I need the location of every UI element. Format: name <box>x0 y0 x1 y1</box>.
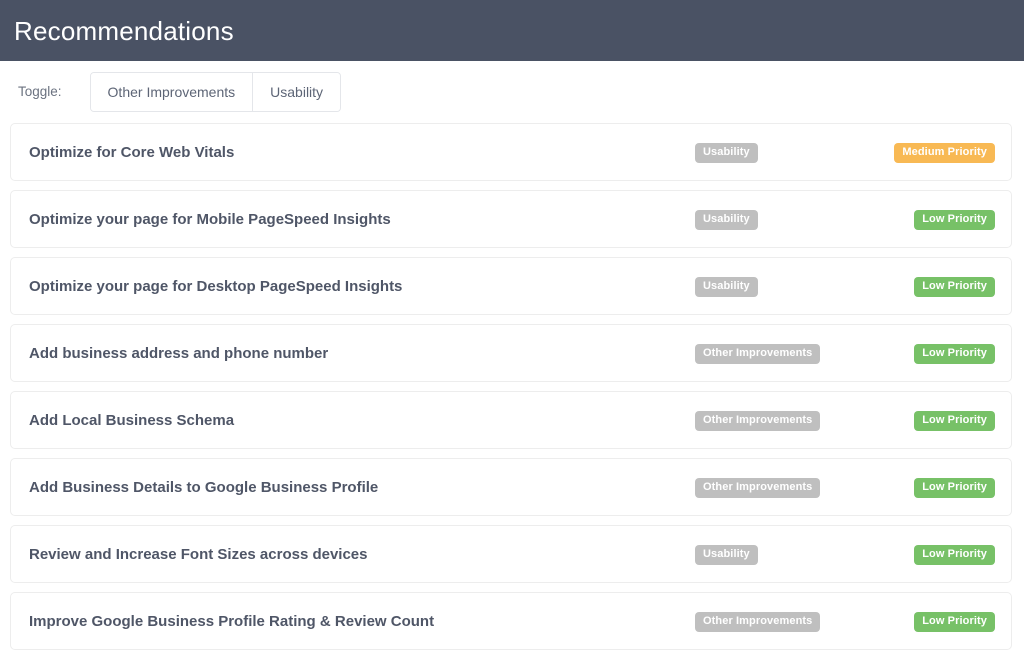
recommendation-title: Add Local Business Schema <box>29 412 234 429</box>
recommendation-row[interactable]: Add business address and phone number Ot… <box>10 324 1012 382</box>
category-badge: Usability <box>695 277 758 297</box>
recommendation-title: Optimize your page for Desktop PageSpeed… <box>29 278 402 295</box>
category-badge: Other Improvements <box>695 478 820 498</box>
category-toggle-group: Other Improvements Usability <box>90 72 342 112</box>
toggle-other-improvements[interactable]: Other Improvements <box>91 73 254 111</box>
recommendation-row[interactable]: Improve Google Business Profile Rating &… <box>10 592 1012 650</box>
priority-badge: Low Priority <box>914 277 995 297</box>
recommendation-list: Optimize for Core Web Vitals Usability M… <box>0 123 1024 650</box>
recommendation-row[interactable]: Add Local Business Schema Other Improvem… <box>10 391 1012 449</box>
priority-badge: Medium Priority <box>894 143 995 163</box>
category-badge-wrap: Usability <box>695 276 758 297</box>
priority-badge: Low Priority <box>914 344 995 364</box>
priority-badge-wrap: Low Priority <box>914 477 995 498</box>
category-badge-wrap: Usability <box>695 209 758 230</box>
category-badge: Usability <box>695 210 758 230</box>
recommendation-title: Review and Increase Font Sizes across de… <box>29 546 368 563</box>
recommendation-row[interactable]: Review and Increase Font Sizes across de… <box>10 525 1012 583</box>
toggle-usability[interactable]: Usability <box>253 73 340 111</box>
category-badge-wrap: Other Improvements <box>695 410 820 431</box>
category-badge-wrap: Other Improvements <box>695 611 820 632</box>
priority-badge-wrap: Low Priority <box>914 343 995 364</box>
app-header: Recommendations <box>0 0 1024 61</box>
category-badge: Other Improvements <box>695 612 820 632</box>
recommendation-title: Add Business Details to Google Business … <box>29 479 378 496</box>
priority-badge-wrap: Low Priority <box>914 209 995 230</box>
priority-badge-wrap: Low Priority <box>914 611 995 632</box>
recommendation-row[interactable]: Optimize your page for Desktop PageSpeed… <box>10 257 1012 315</box>
priority-badge: Low Priority <box>914 478 995 498</box>
priority-badge-wrap: Low Priority <box>914 410 995 431</box>
page-title: Recommendations <box>14 18 234 44</box>
recommendation-row[interactable]: Add Business Details to Google Business … <box>10 458 1012 516</box>
priority-badge: Low Priority <box>914 411 995 431</box>
priority-badge: Low Priority <box>914 210 995 230</box>
recommendation-title: Optimize for Core Web Vitals <box>29 144 234 161</box>
priority-badge: Low Priority <box>914 612 995 632</box>
recommendation-title: Improve Google Business Profile Rating &… <box>29 613 434 630</box>
toggle-label: Toggle: <box>18 85 62 99</box>
priority-badge-wrap: Low Priority <box>914 544 995 565</box>
recommendation-row[interactable]: Optimize for Core Web Vitals Usability M… <box>10 123 1012 181</box>
priority-badge: Low Priority <box>914 545 995 565</box>
category-badge: Usability <box>695 545 758 565</box>
category-badge-wrap: Other Improvements <box>695 477 820 498</box>
priority-badge-wrap: Low Priority <box>914 276 995 297</box>
recommendation-title: Optimize your page for Mobile PageSpeed … <box>29 211 391 228</box>
priority-badge-wrap: Medium Priority <box>894 142 995 163</box>
category-badge: Other Improvements <box>695 411 820 431</box>
category-badge: Other Improvements <box>695 344 820 364</box>
recommendation-row[interactable]: Optimize your page for Mobile PageSpeed … <box>10 190 1012 248</box>
category-badge: Usability <box>695 143 758 163</box>
toggle-bar: Toggle: Other Improvements Usability <box>0 61 1024 123</box>
category-badge-wrap: Usability <box>695 142 758 163</box>
recommendation-title: Add business address and phone number <box>29 345 328 362</box>
category-badge-wrap: Other Improvements <box>695 343 820 364</box>
category-badge-wrap: Usability <box>695 544 758 565</box>
